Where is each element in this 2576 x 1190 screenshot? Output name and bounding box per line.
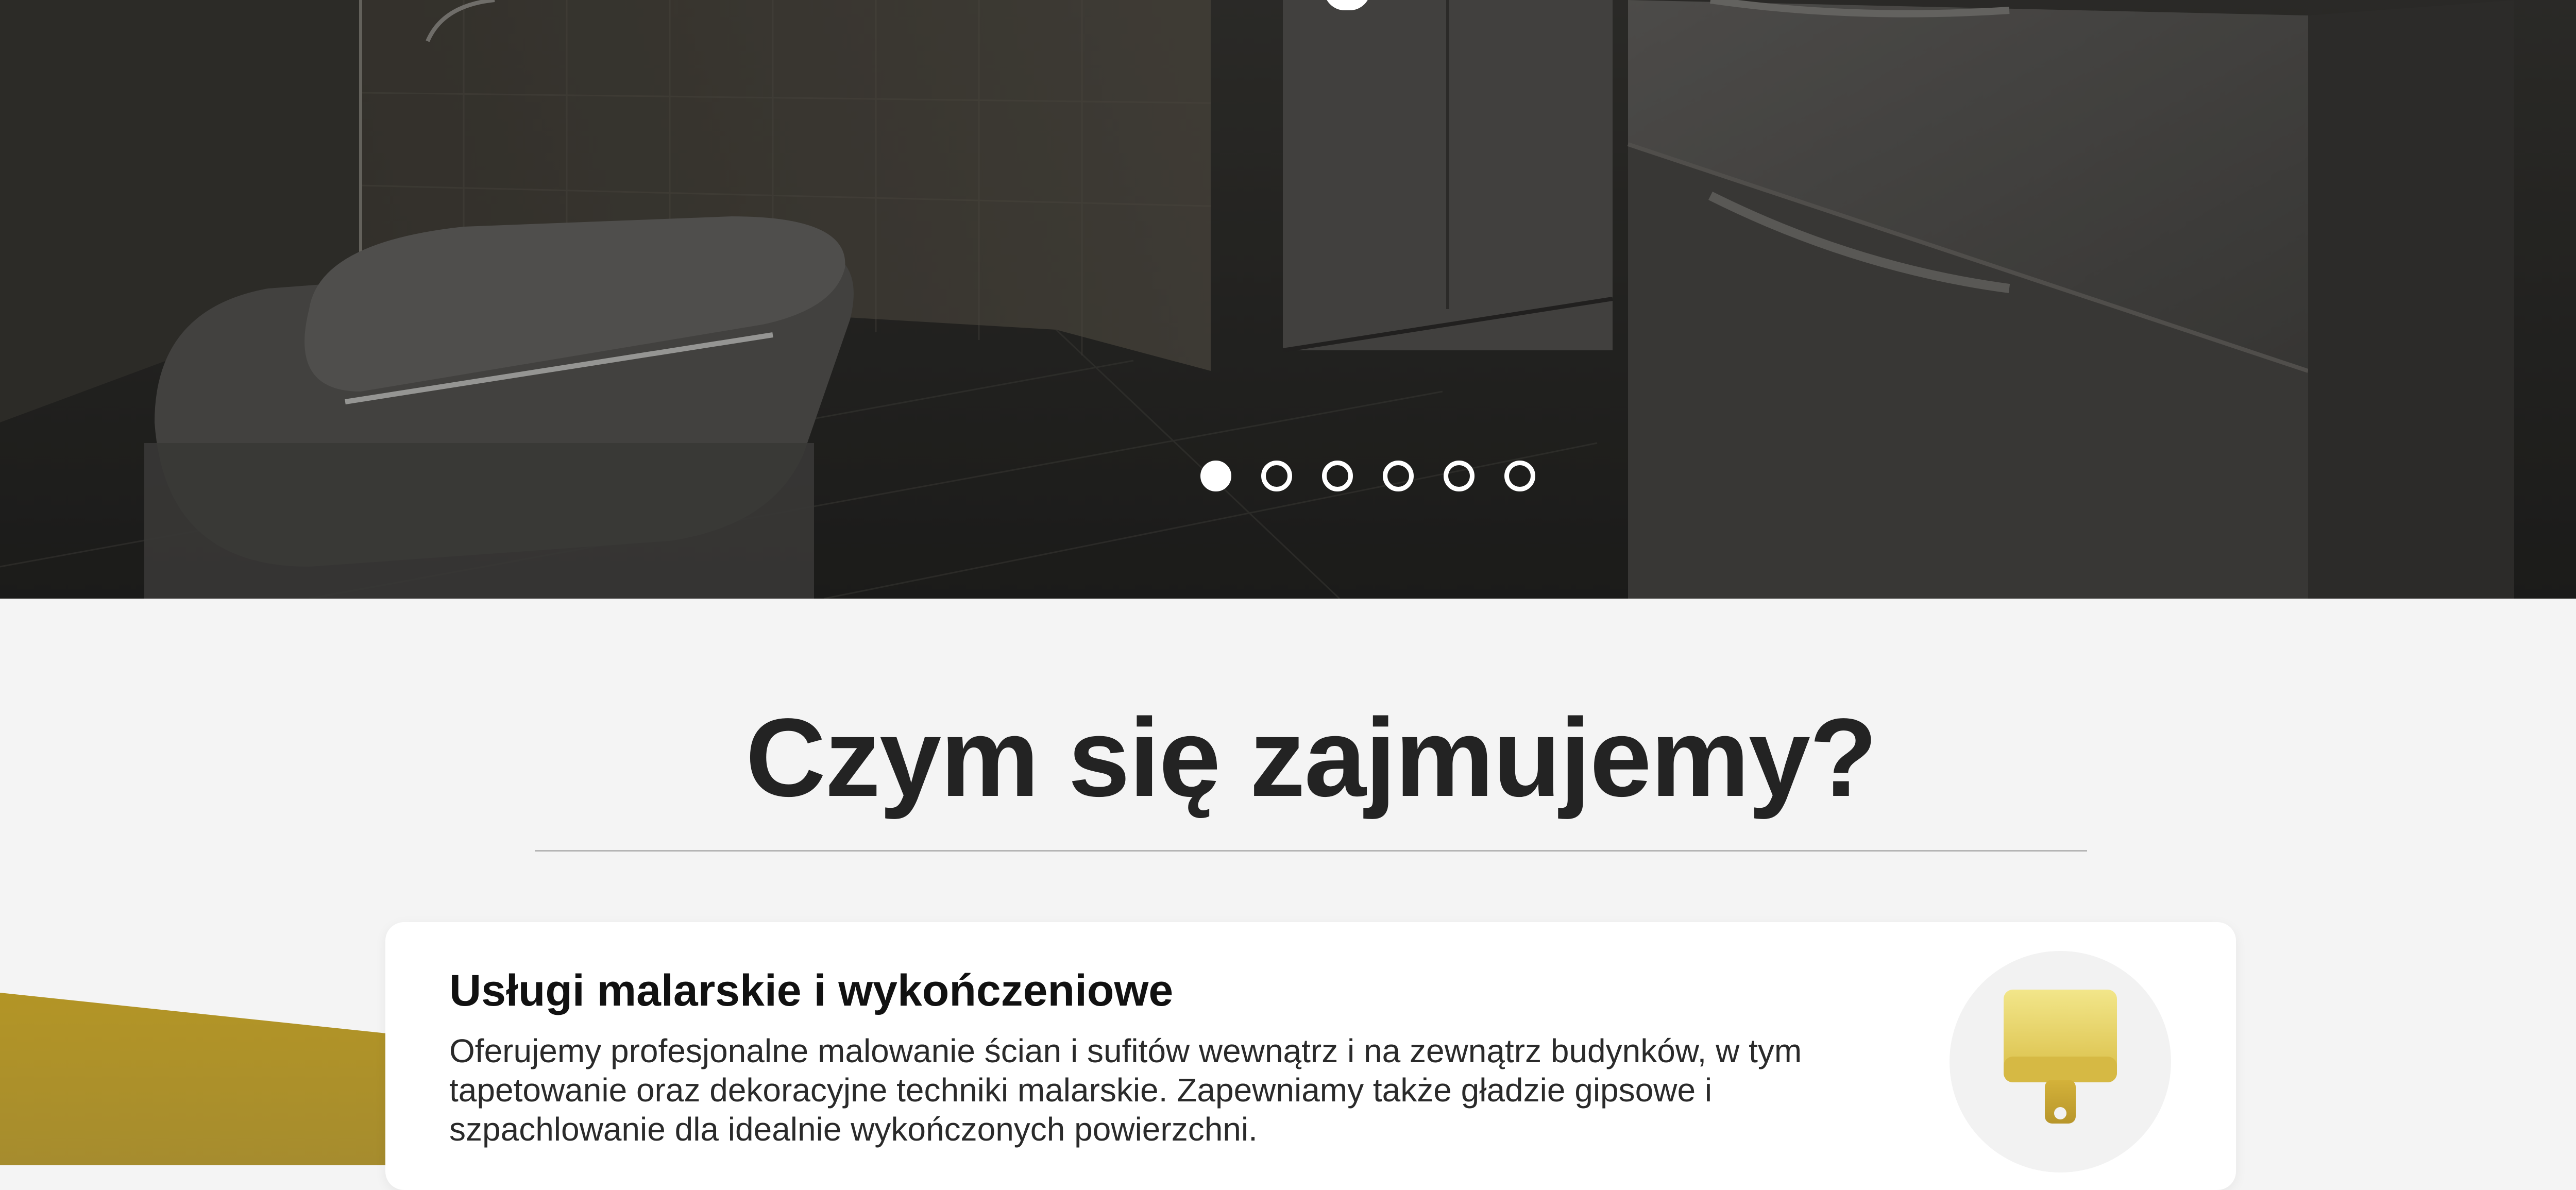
service-card-painting[interactable]: Usługi malarskie i wykończeniowe Oferuje… (385, 922, 2236, 1190)
carousel-dot-1[interactable] (1200, 461, 1231, 491)
carousel-dot-5[interactable] (1444, 461, 1475, 491)
carousel-pagination (1200, 461, 1535, 491)
carousel-dot-4[interactable] (1383, 461, 1414, 491)
services-section: Czym się zajmujemy? Usługi malarskie i w… (0, 599, 2576, 1190)
service-icon-badge (1950, 951, 2171, 1172)
section-divider (535, 850, 2087, 852)
carousel-dot-3[interactable] (1322, 461, 1353, 491)
decorative-gold-shape (0, 993, 392, 1165)
paint-brush-icon (2004, 990, 2117, 1124)
service-card-description: Oferujemy profesjonalne malowanie ścian … (449, 1032, 1802, 1148)
section-title: Czym się zajmujemy? (745, 695, 1877, 820)
carousel-dot-2[interactable] (1261, 461, 1292, 491)
carousel-dot-6[interactable] (1504, 461, 1535, 491)
service-card-title: Usługi malarskie i wykończeniowe (449, 966, 1174, 1015)
hero-banner (0, 0, 2576, 599)
hero-background-image (0, 0, 2576, 599)
